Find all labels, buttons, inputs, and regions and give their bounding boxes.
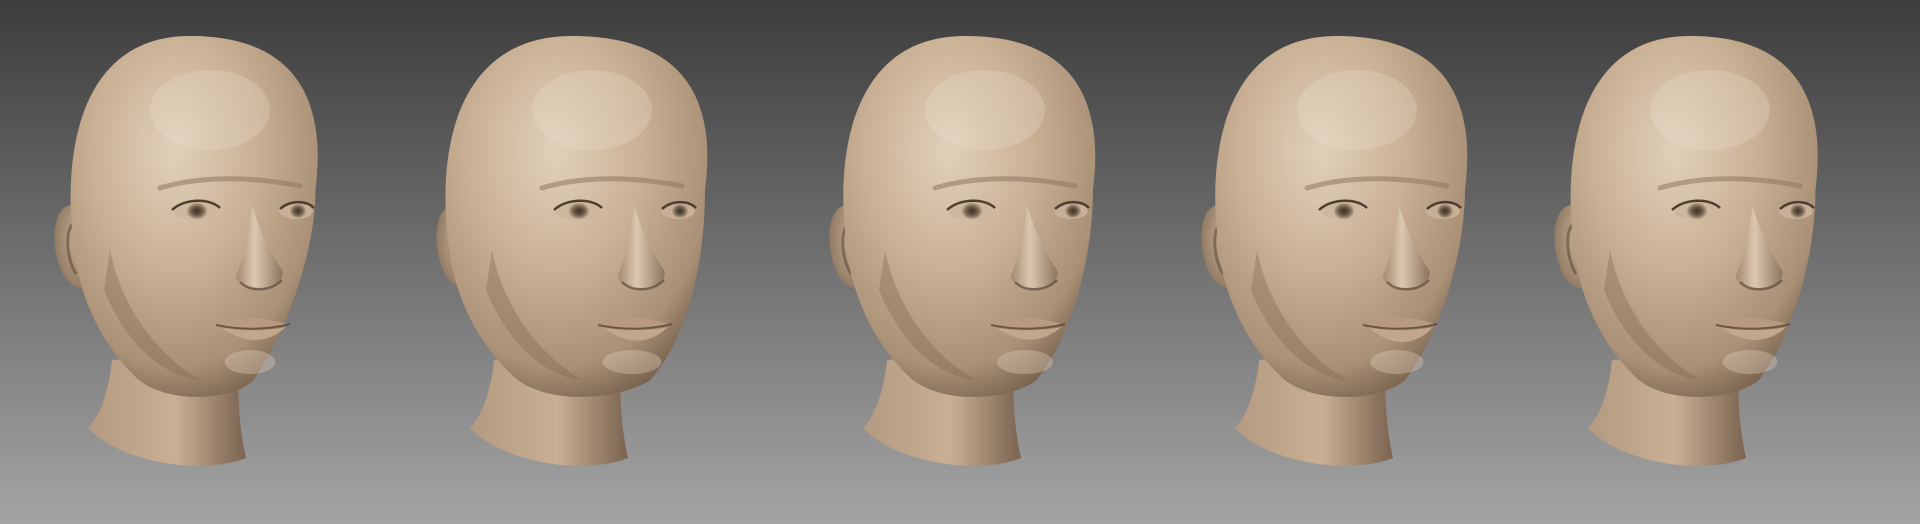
chin-highlight bbox=[997, 350, 1053, 374]
scene-canvas bbox=[0, 0, 1920, 524]
forehead-highlight bbox=[925, 70, 1045, 150]
chin-highlight bbox=[224, 350, 276, 374]
forehead-highlight bbox=[1297, 70, 1417, 150]
chin-highlight bbox=[602, 350, 662, 374]
forehead-highlight bbox=[1650, 70, 1770, 150]
chin-highlight bbox=[1722, 350, 1778, 374]
render-viewport bbox=[0, 0, 1920, 524]
forehead-highlight bbox=[150, 70, 270, 150]
forehead-highlight bbox=[532, 70, 652, 150]
chin-highlight bbox=[1370, 350, 1424, 374]
